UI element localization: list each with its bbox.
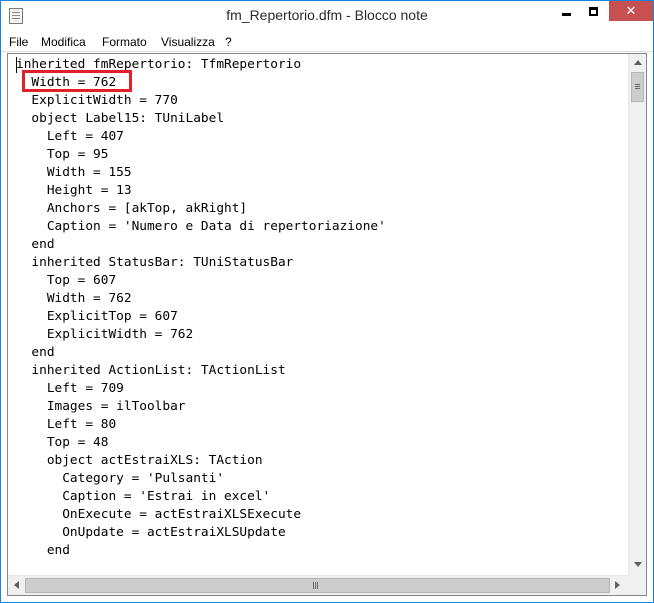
notepad-window: fm_Repertorio.dfm - Blocco note ✕ File M… xyxy=(0,0,654,603)
code-line: end xyxy=(16,237,55,252)
vertical-scroll-thumb[interactable] xyxy=(631,72,644,102)
code-line: object actEstraiXLS: TAction xyxy=(16,453,263,468)
text-area[interactable]: inherited fmRepertorio: TfmRepertorio Wi… xyxy=(8,54,628,575)
maximize-icon xyxy=(588,6,598,16)
horizontal-scroll-thumb[interactable] xyxy=(25,578,610,593)
code-line: ExplicitWidth = 770 xyxy=(16,93,178,108)
code-line: OnExecute = actEstraiXLSExecute xyxy=(16,507,302,522)
horizontal-scrollbar[interactable] xyxy=(8,575,628,595)
menu-help[interactable]: ? xyxy=(225,35,232,49)
code-line: Category = 'Pulsanti' xyxy=(16,471,225,486)
text-caret xyxy=(16,57,17,73)
code-line: OnUpdate = actEstraiXLSUpdate xyxy=(16,525,286,540)
scroll-down-icon[interactable] xyxy=(634,562,642,567)
menu-visualizza[interactable]: Visualizza xyxy=(161,35,215,49)
scroll-right-icon[interactable] xyxy=(615,581,620,589)
code-line: ExplicitTop = 607 xyxy=(16,309,178,324)
code-line: Caption = 'Estrai in excel' xyxy=(16,489,271,504)
code-line: inherited ActionList: TActionList xyxy=(16,363,286,378)
code-line: Anchors = [akTop, akRight] xyxy=(16,201,248,216)
title-bar[interactable]: fm_Repertorio.dfm - Blocco note ✕ xyxy=(1,1,653,31)
code-line: Left = 709 xyxy=(16,381,124,396)
menu-bar: File Modifica Formato Visualizza ? xyxy=(1,31,653,52)
code-line: Left = 407 xyxy=(16,129,124,144)
scrollbar-corner xyxy=(628,575,646,595)
menu-modifica[interactable]: Modifica xyxy=(41,35,86,49)
scroll-up-icon[interactable] xyxy=(634,60,642,65)
minimize-icon xyxy=(561,12,571,16)
close-icon: ✕ xyxy=(625,3,637,19)
code-line: Top = 48 xyxy=(16,435,109,450)
code-line: Left = 80 xyxy=(16,417,117,432)
text-editor[interactable]: inherited fmRepertorio: TfmRepertorio Wi… xyxy=(7,53,647,596)
code-line: ExplicitWidth = 762 xyxy=(16,327,194,342)
code-line: object Label15: TUniLabel xyxy=(16,111,225,126)
scroll-left-icon[interactable] xyxy=(14,581,19,589)
code-line: Caption = 'Numero e Data di repertoriazi… xyxy=(16,219,386,234)
highlight-box xyxy=(22,70,132,92)
code-line: end xyxy=(16,345,55,360)
menu-formato[interactable]: Formato xyxy=(102,35,147,49)
code-line: Width = 155 xyxy=(16,165,132,180)
menu-file[interactable]: File xyxy=(9,35,28,49)
code-line: Top = 607 xyxy=(16,273,117,288)
code-line: Height = 13 xyxy=(16,183,132,198)
code-line: Top = 95 xyxy=(16,147,109,162)
maximize-button[interactable] xyxy=(576,1,610,21)
vertical-scrollbar[interactable] xyxy=(628,54,646,575)
close-button[interactable]: ✕ xyxy=(609,1,653,21)
code-line: Width = 762 xyxy=(16,291,132,306)
code-line: Images = ilToolbar xyxy=(16,399,186,414)
code-line: inherited StatusBar: TUniStatusBar xyxy=(16,255,294,270)
code-line: end xyxy=(16,543,70,558)
